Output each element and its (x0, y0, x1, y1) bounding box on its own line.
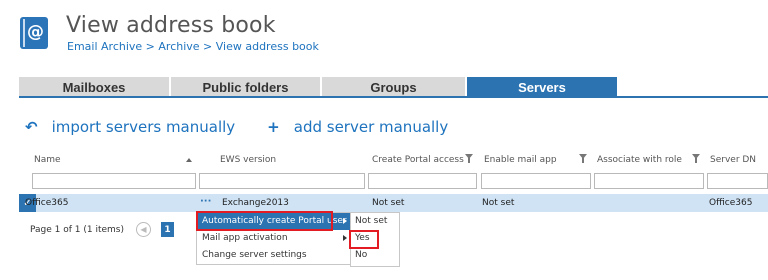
import-servers-button[interactable]: ↶ import servers manually (25, 118, 235, 136)
menu-item-label: Change server settings (202, 250, 307, 260)
submenu-item-yes[interactable]: Yes (351, 230, 399, 247)
filter-icon[interactable] (692, 154, 700, 164)
tab-servers[interactable]: Servers (467, 77, 619, 97)
table-row[interactable]: ✓ Office365 ··· Exchange2013 Not set Not… (19, 194, 768, 212)
filter-icon[interactable] (465, 154, 473, 164)
cell-server-dn: Office365 (709, 198, 753, 208)
context-menu: Automatically create Portal user Mail ap… (196, 212, 352, 265)
cell-enable-mail-app: Not set (482, 198, 515, 208)
tab-bar: Mailboxes Public folders Groups Servers (19, 77, 619, 97)
column-header-create-portal-access[interactable]: Create Portal access (372, 155, 464, 165)
add-server-label: add server manually (293, 118, 449, 136)
sort-ascending-icon[interactable] (186, 158, 192, 162)
cell-create-portal-access: Not set (372, 198, 405, 208)
more-actions-icon[interactable]: ··· (200, 196, 211, 207)
column-header-server-dn[interactable]: Server DN (710, 155, 756, 165)
tab-underline (19, 96, 768, 98)
submenu-item-not-set[interactable]: Not set (351, 213, 399, 230)
ews-version-filter-input[interactable] (199, 173, 365, 189)
menu-item-mail-app-activation[interactable]: Mail app activation (197, 230, 351, 247)
submenu: Not set Yes No (350, 212, 400, 267)
page-header: @ View address book Email Archive > Arch… (0, 0, 768, 70)
enable-mail-app-filter-input[interactable] (481, 173, 591, 189)
plus-icon: + (267, 118, 280, 136)
menu-item-auto-create-portal-user[interactable]: Automatically create Portal user (197, 213, 351, 230)
name-filter-input[interactable] (32, 173, 196, 189)
column-header-ews-version[interactable]: EWS version (220, 155, 276, 165)
associate-with-role-filter-input[interactable] (594, 173, 704, 189)
cell-ews-version: Exchange2013 (222, 198, 289, 208)
submenu-item-no[interactable]: No (351, 247, 399, 264)
toolbar: ↶ import servers manually + add server m… (25, 118, 448, 136)
pager-summary: Page 1 of 1 (1 items) (30, 224, 124, 235)
column-header-associate-with-role[interactable]: Associate with role (597, 155, 682, 165)
menu-item-label: Mail app activation (202, 233, 288, 243)
create-portal-access-filter-input[interactable] (368, 173, 477, 189)
menu-item-label: Automatically create Portal user (202, 216, 347, 226)
tab-groups[interactable]: Groups (322, 77, 467, 97)
filter-row (0, 173, 768, 189)
tab-public-folders[interactable]: Public folders (171, 77, 322, 97)
submenu-arrow-icon (343, 235, 347, 241)
menu-item-change-server-settings[interactable]: Change server settings (197, 247, 351, 264)
pager: Page 1 of 1 (1 items) ◀ 1 (30, 222, 174, 237)
page-title: View address book (66, 13, 276, 38)
import-servers-label: import servers manually (51, 118, 236, 136)
filter-icon[interactable] (579, 154, 587, 164)
address-book-icon: @ (20, 17, 48, 49)
tab-mailboxes[interactable]: Mailboxes (19, 77, 171, 97)
submenu-arrow-icon (343, 218, 347, 224)
previous-page-icon[interactable]: ◀ (136, 222, 151, 237)
breadcrumb[interactable]: Email Archive > Archive > View address b… (67, 40, 319, 53)
cell-name: Office365 (25, 198, 69, 208)
column-header-name[interactable]: Name (34, 155, 61, 165)
page-number-button[interactable]: 1 (161, 222, 174, 237)
add-server-button[interactable]: + add server manually (267, 118, 448, 136)
grid-header: Name EWS version Create Portal access En… (0, 154, 768, 169)
server-dn-filter-input[interactable] (707, 173, 768, 189)
column-header-enable-mail-app[interactable]: Enable mail app (484, 155, 557, 165)
undo-arrow-icon: ↶ (25, 118, 38, 136)
